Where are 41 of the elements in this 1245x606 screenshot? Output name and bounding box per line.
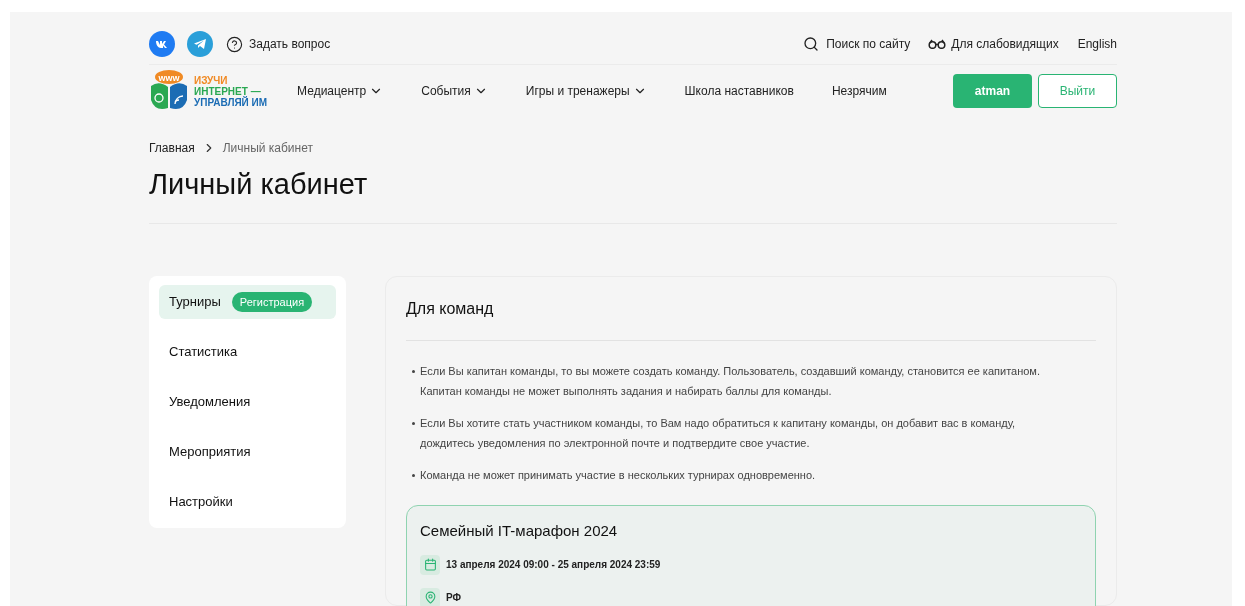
nav-link[interactable]: Незрячим (831, 82, 887, 100)
rule-text: Если Вы капитан команды, то вы можете создать команду. Пользователь, создавший команду, становится ее капитаном. Капитан команды не может выполнять задания и набирать баллы для команды. (420, 364, 1041, 399)
ask-question-link[interactable]: Задать вопрос (249, 35, 331, 53)
tournament-dates: 13 апреля 2024 09:00 - 25 апреля 2024 23:59 (446, 558, 661, 572)
page-title: Личный кабинет (149, 167, 369, 202)
glasses-icon (928, 39, 947, 49)
tournament-title: Семейный IT-марафон 2024 (420, 521, 619, 541)
calendar-icon (420, 554, 440, 575)
sidebar-item[interactable]: Турниры Регистрация (159, 285, 336, 319)
search-icon (803, 36, 820, 52)
sidebar-label: Турниры (169, 293, 221, 312)
sidebar-label: Мероприятия (169, 443, 251, 462)
vk-icon[interactable] (149, 31, 175, 57)
current-page-crumb: Личный кабинет (222, 140, 313, 157)
telegram-icon[interactable] (187, 31, 213, 57)
low-vision-link[interactable]: Для слабовидящих (951, 35, 1059, 53)
nav-link[interactable]: События (421, 82, 488, 100)
breadcrumb-link[interactable]: Главная (149, 139, 195, 157)
tournament-place: РФ (446, 591, 462, 605)
help-icon (226, 35, 243, 53)
nav-link[interactable]: Школа наставников (684, 82, 794, 100)
sidebar-label: Статистика (169, 343, 238, 362)
language-link[interactable]: English (1077, 35, 1117, 53)
bullet-icon (412, 370, 415, 373)
sidebar-label: Настройки (169, 493, 233, 512)
location-icon (420, 587, 440, 606)
nav-link[interactable]: Медиацентр (297, 82, 384, 100)
bullet-icon (412, 474, 415, 477)
sidebar-label: Уведомления (169, 393, 251, 412)
site-search-link[interactable]: Поиск по сайту (826, 35, 911, 53)
rule-text: Если Вы хотите стать участником команды, то Вам надо обратиться к капитану команды, он добавит вас в команду, дождитесь уведомления по электронной почте и подтвердите свое участие. (420, 416, 1017, 451)
logo-text: УПРАВЛЯЙ ИМ (194, 96, 268, 108)
nav-link[interactable]: Игры и тренажеры (525, 82, 647, 100)
logo-text: ИНТЕРНЕТ — (194, 85, 262, 97)
panel-title: Для команд (406, 297, 1096, 341)
logo-text: ИЗУЧИ (194, 74, 229, 86)
status-badge: Регистрация (231, 292, 313, 312)
rule-text: Команда не может принимать участие в нескольких турнирах одновременно. (420, 468, 816, 483)
logo-drawing: www (149, 70, 189, 112)
tournament-card[interactable]: Семейный IT-марафон 2024 13 апреля 2024 09:00 - 25 апреля 2024 23:59 РФ (406, 505, 1096, 606)
bullet-icon (412, 422, 415, 425)
